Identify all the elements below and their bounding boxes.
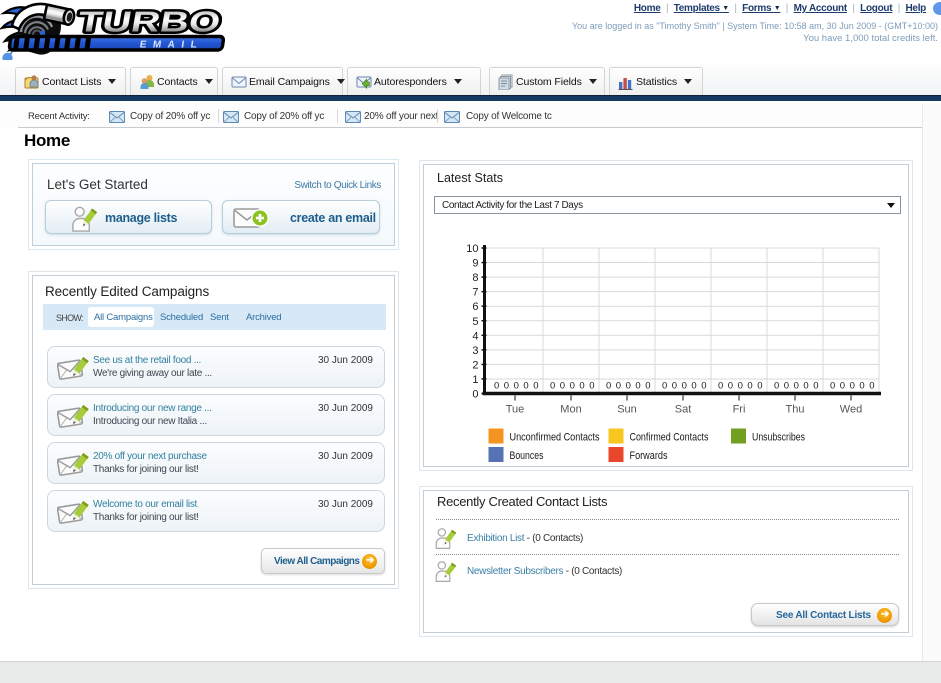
svg-text:2: 2 bbox=[472, 359, 478, 371]
svg-text:0: 0 bbox=[738, 381, 743, 392]
svg-text:0: 0 bbox=[859, 381, 864, 392]
svg-text:Unsubscribes: Unsubscribes bbox=[752, 432, 805, 444]
svg-text:0: 0 bbox=[774, 381, 779, 392]
svg-text:0: 0 bbox=[560, 381, 565, 392]
svg-text:0: 0 bbox=[626, 381, 631, 392]
svg-text:0: 0 bbox=[830, 381, 835, 392]
svg-text:0: 0 bbox=[662, 381, 667, 392]
svg-text:0: 0 bbox=[813, 381, 818, 392]
svg-text:5: 5 bbox=[472, 316, 478, 328]
svg-text:0: 0 bbox=[570, 381, 575, 392]
svg-text:0: 0 bbox=[514, 381, 519, 392]
svg-text:Wed: Wed bbox=[840, 404, 862, 416]
svg-text:0: 0 bbox=[747, 381, 752, 392]
svg-text:Thu: Thu bbox=[786, 404, 805, 416]
svg-text:0: 0 bbox=[850, 381, 855, 392]
svg-text:0: 0 bbox=[533, 381, 538, 392]
svg-text:7: 7 bbox=[472, 287, 478, 299]
svg-text:0: 0 bbox=[589, 381, 594, 392]
svg-text:0: 0 bbox=[869, 381, 874, 392]
svg-text:0: 0 bbox=[691, 381, 696, 392]
svg-text:Fri: Fri bbox=[733, 404, 746, 416]
svg-text:Mon: Mon bbox=[560, 404, 581, 416]
svg-text:Unconfirmed Contacts: Unconfirmed Contacts bbox=[510, 432, 600, 444]
svg-text:Tue: Tue bbox=[506, 404, 525, 416]
svg-text:EMAIL: EMAIL bbox=[139, 40, 204, 51]
svg-text:Forwards: Forwards bbox=[630, 450, 668, 462]
svg-text:10: 10 bbox=[466, 243, 478, 255]
svg-text:0: 0 bbox=[616, 381, 621, 392]
svg-text:8: 8 bbox=[472, 272, 478, 284]
svg-text:0: 0 bbox=[718, 381, 723, 392]
svg-text:0: 0 bbox=[803, 381, 808, 392]
svg-text:0: 0 bbox=[635, 381, 640, 392]
svg-text:Bounces: Bounces bbox=[510, 450, 544, 462]
svg-text:4: 4 bbox=[472, 330, 478, 342]
svg-text:0: 0 bbox=[579, 381, 584, 392]
svg-text:0: 0 bbox=[794, 381, 799, 392]
svg-text:0: 0 bbox=[494, 381, 499, 392]
svg-text:TURBO: TURBO bbox=[75, 7, 223, 39]
svg-text:1: 1 bbox=[472, 374, 478, 386]
svg-text:0: 0 bbox=[840, 381, 845, 392]
svg-text:0: 0 bbox=[728, 381, 733, 392]
svg-text:Sun: Sun bbox=[617, 404, 637, 416]
svg-text:0: 0 bbox=[606, 381, 611, 392]
svg-text:0: 0 bbox=[701, 381, 706, 392]
svg-text:0: 0 bbox=[504, 381, 509, 392]
svg-text:Confirmed Contacts: Confirmed Contacts bbox=[630, 432, 709, 444]
svg-text:0: 0 bbox=[523, 381, 528, 392]
svg-text:0: 0 bbox=[472, 389, 478, 401]
svg-text:0: 0 bbox=[672, 381, 677, 392]
svg-text:0: 0 bbox=[682, 381, 687, 392]
svg-text:0: 0 bbox=[784, 381, 789, 392]
svg-text:0: 0 bbox=[645, 381, 650, 392]
svg-text:Sat: Sat bbox=[675, 404, 692, 416]
svg-text:0: 0 bbox=[550, 381, 555, 392]
svg-text:3: 3 bbox=[472, 345, 478, 357]
svg-text:6: 6 bbox=[472, 301, 478, 313]
svg-text:0: 0 bbox=[757, 381, 762, 392]
svg-text:9: 9 bbox=[472, 258, 478, 270]
